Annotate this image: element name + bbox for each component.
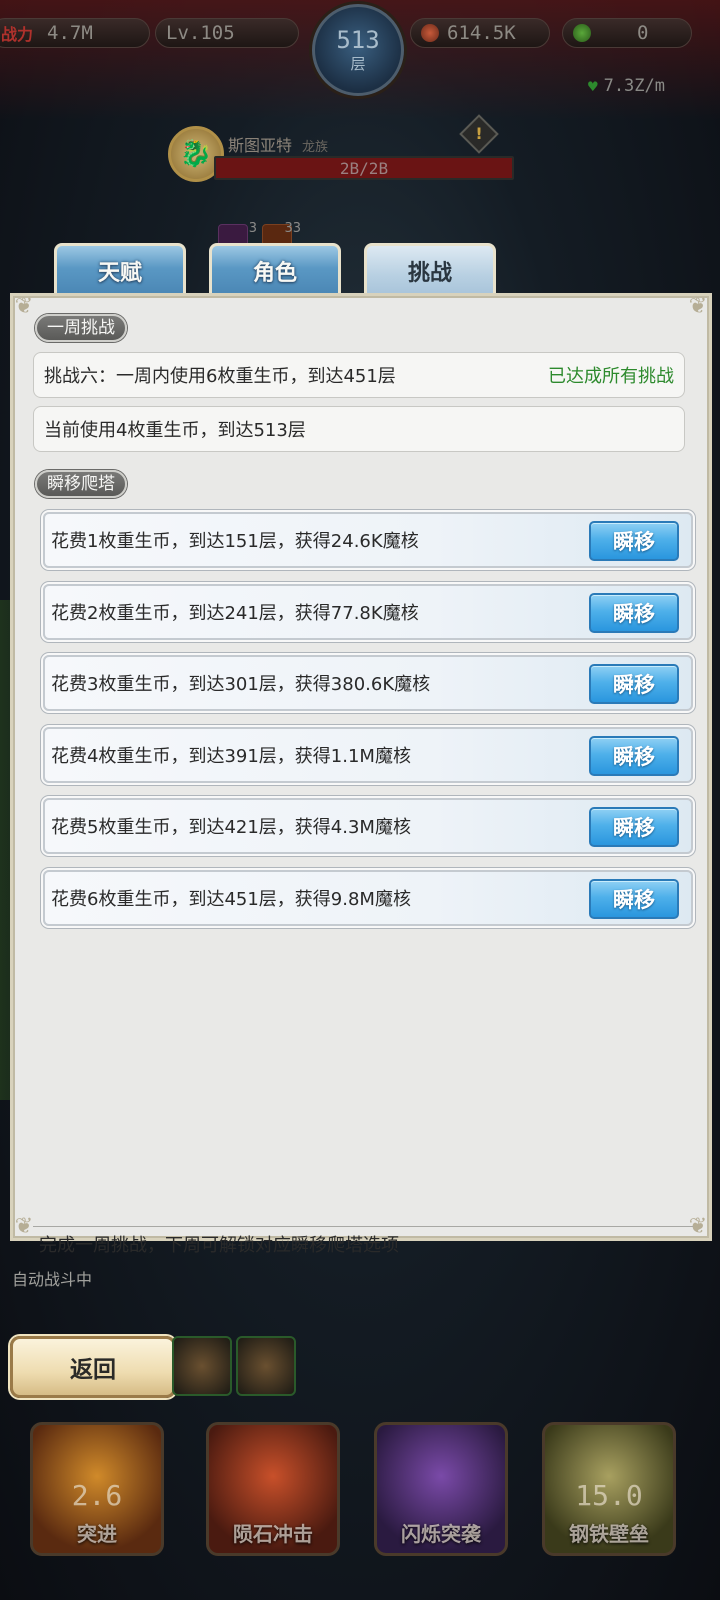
tab-character[interactable]: 角色 — [209, 243, 341, 295]
challenge-text: 挑战六：一周内使用6枚重生币，到达451层 — [44, 366, 396, 387]
footer-note: 完成一周挑战，下周可解锁对应瞬移爬塔选项 — [39, 1235, 399, 1256]
teleport-button[interactable]: 瞬移 — [589, 521, 679, 561]
passive-skill-icon[interactable] — [236, 1336, 296, 1396]
floor-badge: 513 层 — [312, 4, 404, 96]
back-button[interactable]: 返回 — [10, 1336, 176, 1398]
teleport-button[interactable]: 瞬移 — [589, 664, 679, 704]
tab-challenge[interactable]: 挑战 — [364, 243, 496, 295]
auto-battle-status: 自动战斗中 — [12, 1270, 93, 1289]
teleport-option-text: 花费4枚重生币，到达391层，获得1.1M魔核 — [51, 746, 411, 767]
challenge-panel: ❦ ❦ ❦ ❦ 一周挑战 挑战六：一周内使用6枚重生币，到达451层 已达成所有… — [10, 293, 712, 1256]
teleport-option-text: 花费1枚重生币，到达151层，获得24.6K魔核 — [51, 531, 419, 552]
currency-value: 614.5K — [447, 22, 516, 44]
skill-name: 陨石冲击 — [233, 1522, 313, 1546]
weekly-challenge-label: 一周挑战 — [35, 314, 127, 342]
teleport-option: 花费1枚重生币，到达151层，获得24.6K魔核 瞬移 — [43, 512, 693, 568]
power-value: 4.7M — [47, 22, 93, 44]
teleport-button[interactable]: 瞬移 — [589, 807, 679, 847]
boss-tag: 龙族 — [302, 140, 329, 155]
teleport-button[interactable]: 瞬移 — [589, 736, 679, 776]
passive-skill-icon[interactable] — [172, 1336, 232, 1396]
teleport-option: 花费4枚重生币，到达391层，获得1.1M魔核 瞬移 — [43, 727, 693, 783]
footer-divider — [33, 1226, 693, 1227]
teleport-option: 花费5枚重生币，到达421层，获得4.3M魔核 瞬移 — [43, 798, 693, 854]
power-label: 战力 — [1, 25, 34, 44]
magic-core-icon — [421, 24, 439, 42]
challenge-status: 已达成所有挑战 — [548, 366, 674, 387]
teleport-option-text: 花费5枚重生币，到达421层，获得4.3M魔核 — [51, 817, 411, 838]
challenge-row: 挑战六：一周内使用6枚重生币，到达451层 已达成所有挑战 — [33, 352, 685, 398]
current-progress-row: 当前使用4枚重生币，到达513层 — [33, 406, 685, 452]
teleport-option: 花费6枚重生币，到达451层，获得9.8M魔核 瞬移 — [43, 870, 693, 926]
skill-meteor[interactable]: 陨石冲击 — [206, 1422, 340, 1556]
boss-name-line: 斯图亚特 龙族 — [228, 132, 328, 156]
income-rate-value: 7.3Z/m — [603, 76, 665, 96]
floor-number: 513 — [336, 25, 380, 54]
teleport-button[interactable]: 瞬移 — [589, 593, 679, 633]
corner-ornament: ❦ — [14, 294, 34, 319]
teleport-option-text: 花费6枚重生币，到达451层，获得9.8M魔核 — [51, 889, 411, 910]
skill-name: 闪烁突袭 — [401, 1522, 481, 1546]
boss-name: 斯图亚特 — [228, 136, 293, 155]
gem-icon — [573, 24, 591, 42]
teleport-section-label: 瞬移爬塔 — [35, 470, 127, 498]
teleport-option-text: 花费3枚重生币，到达301层，获得380.6K魔核 — [51, 674, 431, 695]
skill-iron-wall[interactable]: 15.0 钢铁壁垒 — [542, 1422, 676, 1556]
level-value: Lv.105 — [166, 22, 235, 44]
skill-cooldown: 15.0 — [575, 1479, 643, 1512]
tab-talent[interactable]: 天赋 — [54, 243, 186, 295]
skill-dash[interactable]: 2.6 突进 — [30, 1422, 164, 1556]
teleport-button[interactable]: 瞬移 — [589, 879, 679, 919]
power-display: 战力 4.7M — [0, 18, 150, 48]
teleport-option-text: 花费2枚重生币，到达241层，获得77.8K魔核 — [51, 603, 419, 624]
teleport-option: 花费2枚重生币，到达241层，获得77.8K魔核 瞬移 — [43, 584, 693, 640]
corner-ornament: ❦ — [688, 294, 708, 319]
corner-ornament: ❦ — [14, 1214, 34, 1239]
boss-hp-text: 2B/2B — [339, 158, 389, 178]
skill-cooldown: 2.6 — [71, 1479, 123, 1512]
heart-icon: ♥ — [587, 76, 598, 96]
gem-display[interactable]: 0 — [562, 18, 692, 48]
corner-ornament: ❦ — [688, 1214, 708, 1239]
currency-display[interactable]: 614.5K — [410, 18, 550, 48]
gem-value: 0 — [637, 22, 649, 44]
floor-unit: 层 — [350, 54, 366, 73]
skill-name: 突进 — [77, 1522, 117, 1546]
current-progress-text: 当前使用4枚重生币，到达513层 — [44, 420, 306, 441]
income-rate: ♥ 7.3Z/m — [588, 76, 665, 96]
skill-blink[interactable]: 闪烁突袭 — [374, 1422, 508, 1556]
teleport-option: 花费3枚重生币，到达301层，获得380.6K魔核 瞬移 — [43, 655, 693, 711]
boss-hp-bar: 2B/2B — [214, 156, 514, 180]
level-display: Lv.105 — [155, 18, 299, 48]
skill-name: 钢铁壁垒 — [569, 1522, 649, 1546]
